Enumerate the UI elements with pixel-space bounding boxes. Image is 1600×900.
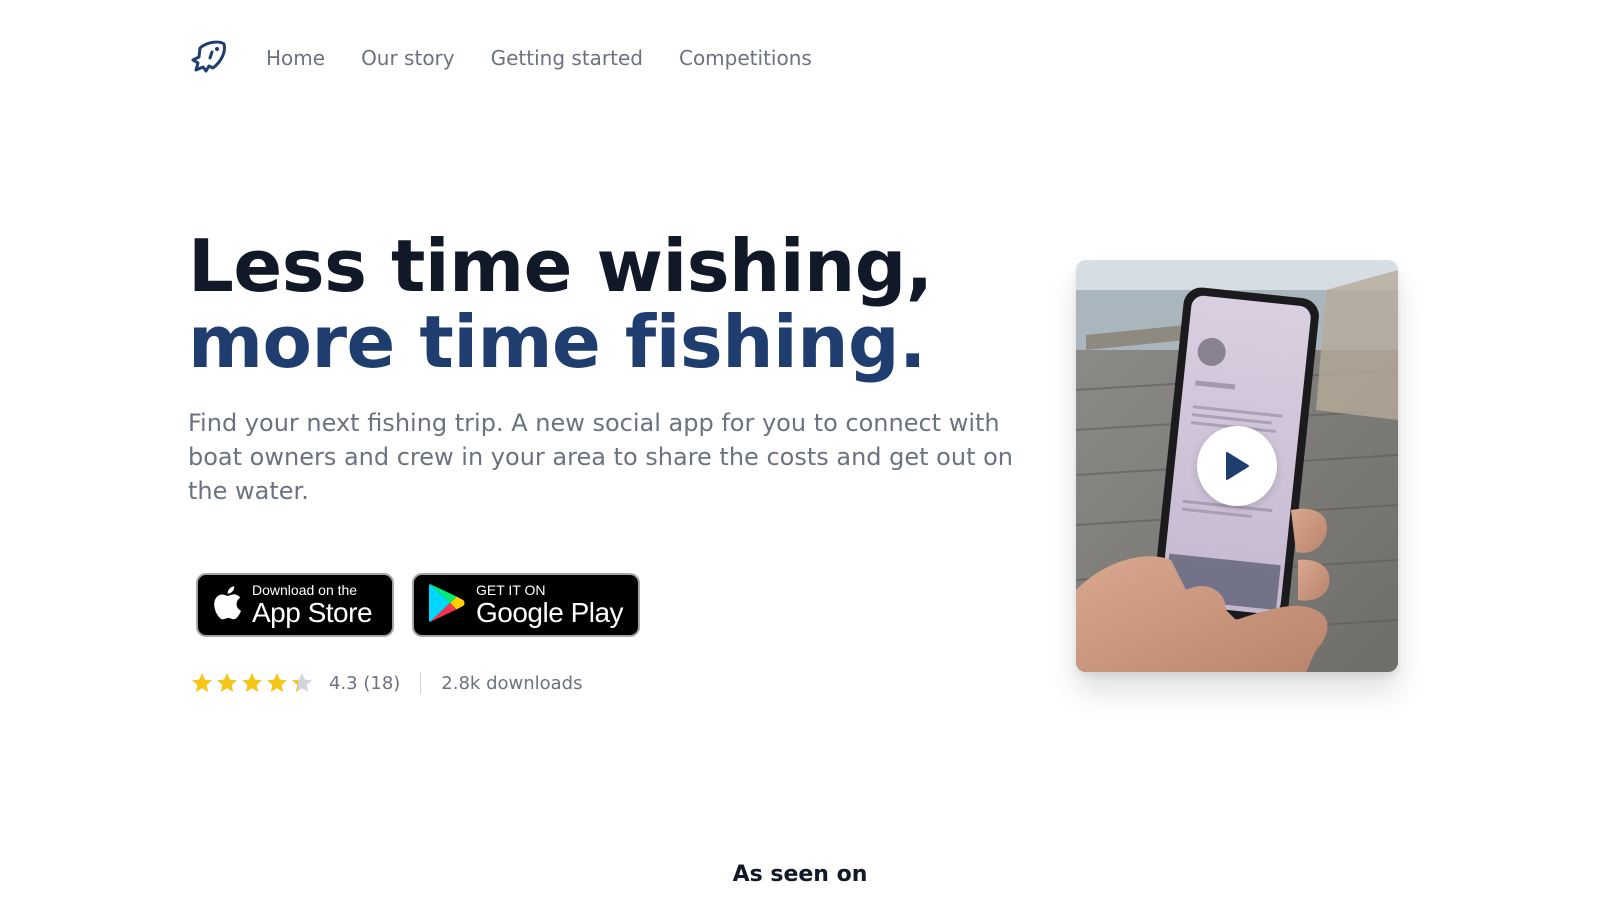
app-store-button[interactable]: Download on the App Store [196, 573, 394, 637]
nav-getting-started[interactable]: Getting started [491, 46, 643, 70]
top-nav: Home Our story Getting started Competiti… [188, 38, 848, 78]
app-store-text: Download on the App Store [252, 582, 373, 628]
google-play-small-label: GET IT ON [476, 582, 546, 598]
rating-divider [420, 672, 422, 694]
nav-home[interactable]: Home [266, 46, 325, 70]
star-icon [292, 673, 312, 692]
headline-line-2: more time fishing. [188, 300, 926, 384]
star-rating [190, 671, 315, 695]
hero-headline: Less time wishing, more time fishing. [188, 228, 1038, 380]
app-store-big-label: App Store [252, 597, 373, 628]
promo-video-thumbnail[interactable] [1076, 260, 1398, 672]
google-play-text: GET IT ON Google Play [476, 582, 624, 628]
google-play-icon [428, 582, 466, 628]
play-button[interactable] [1197, 426, 1277, 506]
apple-icon [212, 585, 242, 625]
star-icon [267, 673, 287, 692]
play-icon [1226, 452, 1249, 480]
downloads-text: 2.8k downloads [441, 672, 583, 694]
star-icon [217, 673, 237, 692]
star-icon [242, 673, 262, 692]
app-rating: 4.3 (18) 2.8k downloads [190, 671, 582, 695]
rating-text: 4.3 (18) [329, 672, 401, 694]
headline-line-1: Less time wishing, [188, 224, 933, 308]
star-icon [192, 673, 212, 692]
google-play-big-label: Google Play [476, 597, 624, 628]
hero-section: Less time wishing, more time fishing. Fi… [188, 228, 1038, 508]
fish-logo-icon[interactable] [188, 38, 230, 78]
nav-our-story[interactable]: Our story [361, 46, 455, 70]
as-seen-on-heading: As seen on [732, 862, 868, 887]
app-store-small-label: Download on the [252, 582, 358, 598]
nav-competitions[interactable]: Competitions [679, 46, 812, 70]
google-play-button[interactable]: GET IT ON Google Play [412, 573, 640, 637]
hero-subtext: Find your next fishing trip. A new socia… [188, 409, 1014, 505]
store-badges: Download on the App Store GET IT ON Goog… [196, 573, 640, 637]
